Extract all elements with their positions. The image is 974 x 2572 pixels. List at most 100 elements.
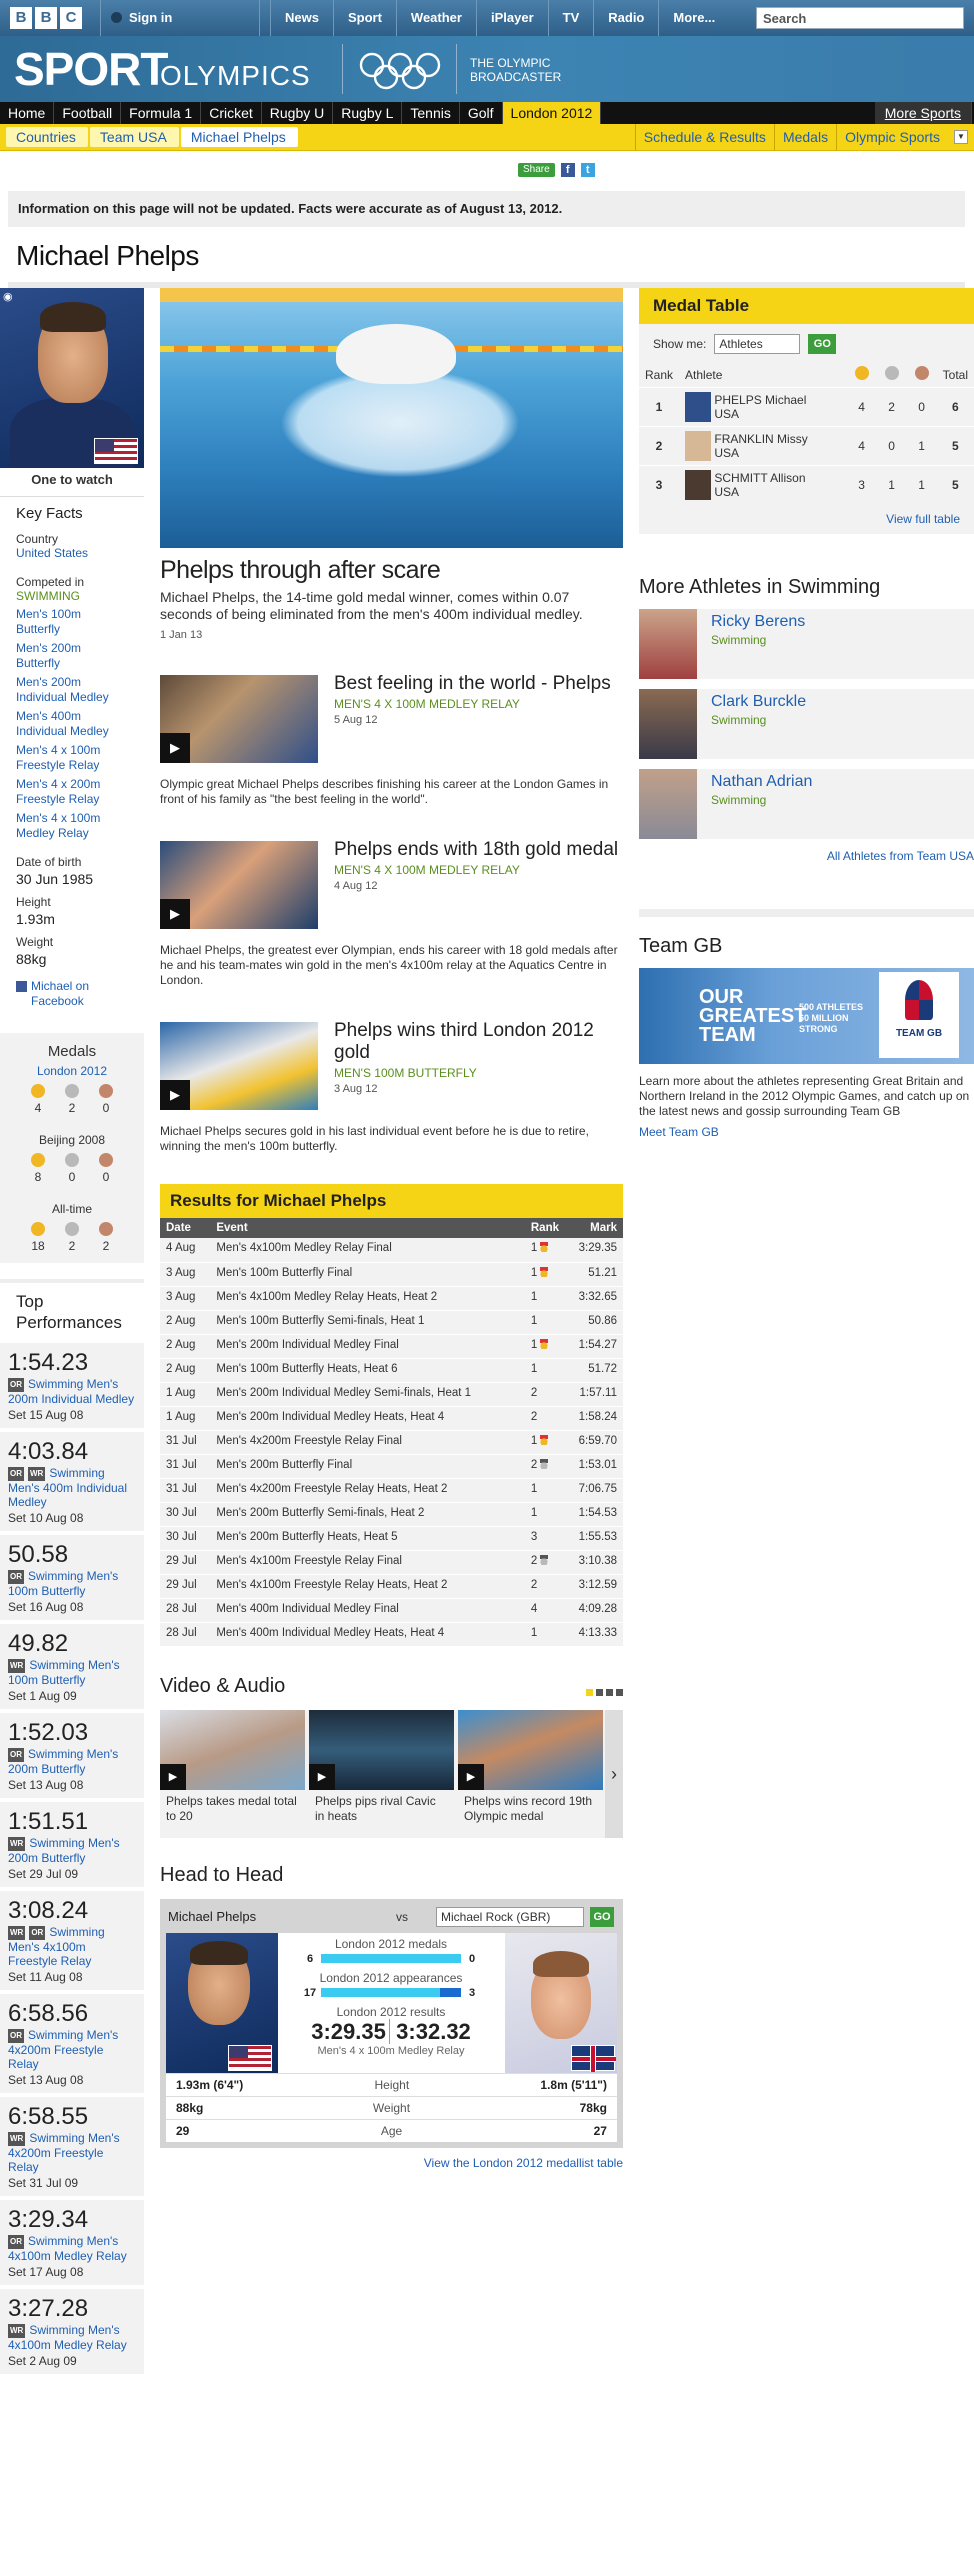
sportnav-cricket[interactable]: Cricket <box>201 102 262 124</box>
athlete-name[interactable]: SCHMITT Allison USA <box>714 471 819 499</box>
go-button[interactable]: GO <box>808 334 837 354</box>
bbc-logo[interactable]: BBC <box>10 7 82 29</box>
sportnav-london-2012[interactable]: London 2012 <box>502 102 602 124</box>
play-icon[interactable]: ▶ <box>160 1080 190 1110</box>
team-gb-banner[interactable]: OUR GREATEST TEAM 500 ATHLETES 60 MILLIO… <box>639 968 974 1064</box>
share-button[interactable]: Share <box>518 163 555 177</box>
video-item[interactable]: ▶ Phelps pips rival Cavic in heats <box>309 1709 454 1838</box>
medal-table-row[interactable]: 1 PHELPS Michael USA 4 2 0 6 <box>639 387 974 427</box>
story-category[interactable]: MEN'S 4 X 100M MEDLEY RELAY <box>334 697 623 711</box>
opponent-select[interactable]: Michael Rock (GBR) <box>436 1906 584 1927</box>
show-me-select[interactable]: Athletes <box>714 334 801 354</box>
view-full-table-link[interactable]: View full table <box>886 512 960 526</box>
play-icon[interactable]: ▶ <box>458 1763 484 1790</box>
event-link[interactable]: Men's 4 x 200m Freestyle Relay <box>16 777 128 807</box>
twitter-icon[interactable]: t <box>580 163 595 177</box>
sportnav-tennis[interactable]: Tennis <box>402 102 460 124</box>
result-event[interactable]: Men's 400m Individual Medley Heats, Heat… <box>210 1622 525 1647</box>
athlete-name[interactable]: PHELPS Michael USA <box>714 393 819 421</box>
result-event[interactable]: Men's 4x200m Freestyle Relay Final <box>210 1430 525 1455</box>
more-sports-link[interactable]: More Sports <box>874 102 972 124</box>
athlete-card[interactable]: Ricky Berens Swimming <box>639 609 974 679</box>
schedule-results-link[interactable]: Schedule & Results <box>634 124 774 151</box>
sportnav-formula1[interactable]: Formula 1 <box>121 102 202 124</box>
sport-link[interactable]: SWIMMING <box>16 589 128 603</box>
performance-event-link[interactable]: Swimming Men's 200m Butterfly <box>8 1747 118 1776</box>
play-icon[interactable]: ▶ <box>160 1763 186 1790</box>
sport-logo[interactable]: SPORT <box>14 42 168 96</box>
carousel-pager[interactable] <box>583 1685 623 1699</box>
performance-event-link[interactable]: Swimming Men's 200m Individual Medley <box>8 1377 134 1406</box>
country-link[interactable]: United States <box>16 546 88 560</box>
athlete-photo[interactable] <box>639 769 697 839</box>
result-event[interactable]: Men's 200m Butterfly Final <box>210 1454 525 1479</box>
event-link[interactable]: Men's 200m Individual Medley <box>16 675 128 705</box>
facebook-link[interactable]: Michael on Facebook <box>16 979 128 1009</box>
facebook-icon[interactable]: f <box>560 163 575 177</box>
athlete-photo[interactable] <box>639 689 697 759</box>
event-link[interactable]: Men's 4 x 100m Freestyle Relay <box>16 743 128 773</box>
story-title[interactable]: Best feeling in the world - Phelps <box>334 673 623 695</box>
go-button[interactable]: GO <box>590 1906 614 1927</box>
result-event[interactable]: Men's 200m Butterfly Heats, Heat 5 <box>210 1526 525 1551</box>
nav-radio[interactable]: Radio <box>593 0 658 36</box>
event-link[interactable]: Men's 200m Butterfly <box>16 641 128 671</box>
result-event[interactable]: Men's 4x100m Freestyle Relay Final <box>210 1550 525 1575</box>
nav-weather[interactable]: Weather <box>395 0 476 36</box>
sportnav-rugby-union[interactable]: Rugby U <box>262 102 334 124</box>
performance-event-link[interactable]: Swimming Men's 4x100m Medley Relay <box>8 2323 127 2352</box>
result-event[interactable]: Men's 100m Butterfly Heats, Heat 6 <box>210 1358 525 1383</box>
medal-table-row[interactable]: 2 FRANKLIN Missy USA 4 0 1 5 <box>639 426 974 466</box>
performance-event-link[interactable]: Swimming Men's 100m Butterfly <box>8 1569 118 1598</box>
story-item[interactable]: ▶ Best feeling in the world - Phelps MEN… <box>160 673 623 777</box>
sportnav-home[interactable]: Home <box>0 102 55 124</box>
result-event[interactable]: Men's 200m Individual Medley Semi-finals… <box>210 1382 525 1407</box>
story-item[interactable]: ▶ Phelps wins third London 2012 gold MEN… <box>160 1020 623 1124</box>
play-icon[interactable]: ▶ <box>160 899 190 929</box>
search-input[interactable]: Search <box>756 7 964 29</box>
sportnav-rugby-league[interactable]: Rugby L <box>333 102 403 124</box>
medal-table-row[interactable]: 3 SCHMITT Allison USA 3 1 1 5 <box>639 465 974 504</box>
athlete-photo[interactable] <box>639 609 697 679</box>
athlete-name[interactable]: FRANKLIN Missy USA <box>714 432 819 460</box>
story-thumbnail[interactable]: ▶ <box>160 1022 318 1110</box>
chevron-right-icon[interactable]: › <box>605 1709 623 1838</box>
all-athletes-link[interactable]: All Athletes from Team USA <box>827 849 974 863</box>
crumb-team-usa[interactable]: Team USA <box>89 127 179 147</box>
performance-event-link[interactable]: Swimming Men's 4x200m Freestyle Relay <box>8 2028 118 2071</box>
sportnav-golf[interactable]: Golf <box>460 102 503 124</box>
nav-more[interactable]: More... <box>658 0 729 36</box>
result-event[interactable]: Men's 200m Individual Medley Final <box>210 1334 525 1359</box>
chevron-down-icon[interactable]: ▼ <box>954 130 968 144</box>
result-event[interactable]: Men's 4x100m Medley Relay Final <box>210 1238 525 1263</box>
story-thumbnail[interactable]: ▶ <box>160 841 318 929</box>
crumb-countries[interactable]: Countries <box>6 127 88 147</box>
olympic-sports-link[interactable]: Olympic Sports <box>836 124 948 151</box>
medals-link[interactable]: Medals <box>773 124 836 151</box>
athlete-avatar[interactable] <box>685 392 712 422</box>
result-event[interactable]: Men's 100m Butterfly Semi-finals, Heat 1 <box>210 1310 525 1335</box>
result-event[interactable]: Men's 100m Butterfly Final <box>210 1262 525 1287</box>
sportnav-football[interactable]: Football <box>54 102 122 124</box>
main-story-image[interactable] <box>160 288 623 548</box>
event-link[interactable]: Men's 400m Individual Medley <box>16 709 128 739</box>
story-category[interactable]: MEN'S 100M BUTTERFLY <box>334 1066 623 1080</box>
meet-team-gb-link[interactable]: Meet Team GB <box>639 1125 719 1139</box>
event-link[interactable]: Men's 4 x 100m Medley Relay <box>16 811 128 841</box>
athlete-avatar[interactable] <box>685 470 712 500</box>
crumb-michael-phelps[interactable]: Michael Phelps <box>180 127 298 147</box>
main-story-title[interactable]: Phelps through after scare <box>160 556 623 585</box>
play-icon[interactable]: ▶ <box>160 733 190 763</box>
performance-event-link[interactable]: Swimming Men's 400m Individual Medley <box>8 1466 127 1509</box>
athlete-card[interactable]: Clark Burckle Swimming <box>639 689 974 759</box>
nav-tv[interactable]: TV <box>547 0 594 36</box>
story-item[interactable]: ▶ Phelps ends with 18th gold medal MEN'S… <box>160 839 623 943</box>
sign-in-link[interactable]: Sign in <box>100 0 260 36</box>
result-event[interactable]: Men's 4x100m Freestyle Relay Heats, Heat… <box>210 1574 525 1599</box>
story-title[interactable]: Phelps ends with 18th gold medal <box>334 839 623 861</box>
result-event[interactable]: Men's 200m Individual Medley Heats, Heat… <box>210 1406 525 1431</box>
story-title[interactable]: Phelps wins third London 2012 gold <box>334 1020 623 1064</box>
athlete-avatar[interactable] <box>685 431 712 461</box>
athlete-card[interactable]: Nathan Adrian Swimming <box>639 769 974 839</box>
result-event[interactable]: Men's 200m Butterfly Semi-finals, Heat 2 <box>210 1502 525 1527</box>
